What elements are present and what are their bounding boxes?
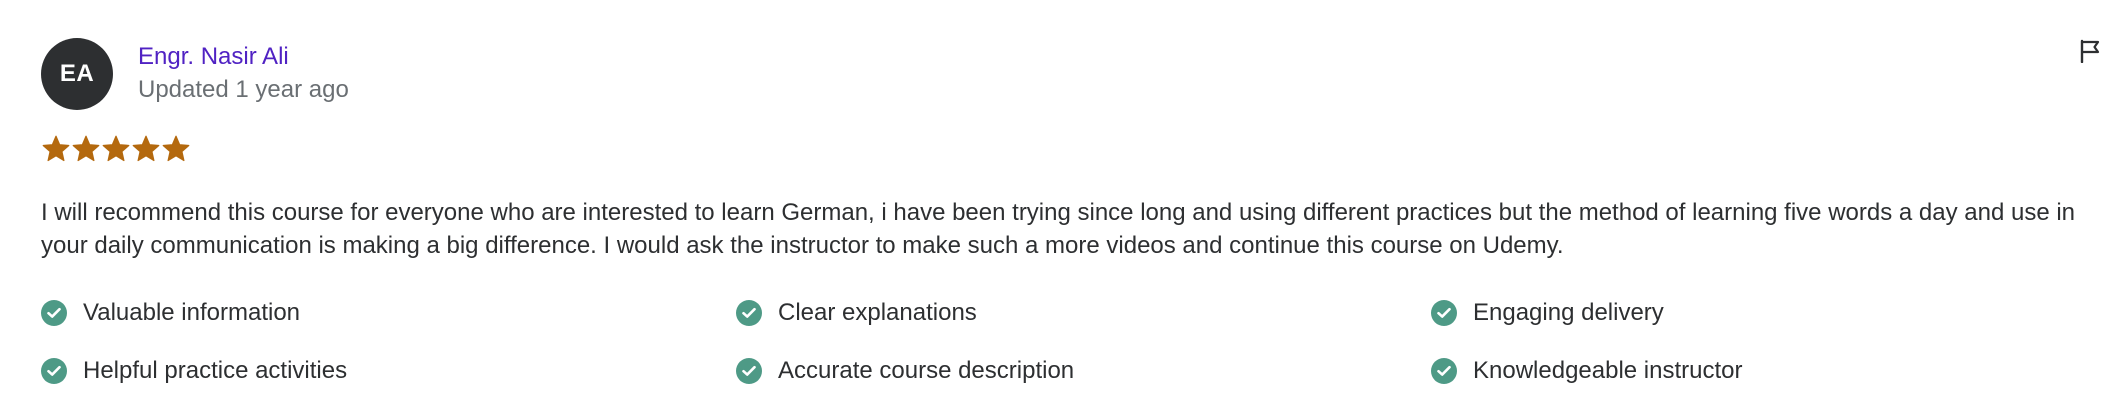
review-tag-label: Engaging delivery (1473, 299, 1664, 326)
reviewer-name-link[interactable]: Engr. Nasir Ali (138, 41, 349, 73)
reviewer-meta: Engr. Nasir Ali Updated 1 year ago (138, 41, 349, 107)
updated-timestamp: Updated 1 year ago (138, 76, 349, 103)
review-tag: Valuable information (41, 299, 736, 327)
review-tag: Knowledgeable instructor (1431, 357, 2091, 385)
report-review-button[interactable] (2076, 36, 2104, 66)
review-tag: Helpful practice activities (41, 357, 736, 385)
review-tags: Valuable information Clear explanations … (41, 299, 2091, 385)
star-icon (42, 135, 70, 162)
star-icon (132, 135, 160, 162)
review-header: EA Engr. Nasir Ali Updated 1 year ago (41, 38, 349, 110)
star-icon (72, 135, 100, 162)
check-circle-icon (41, 358, 67, 384)
review-tag: Accurate course description (736, 357, 1431, 385)
review-tag-label: Knowledgeable instructor (1473, 357, 1743, 384)
avatar-initials: EA (59, 60, 95, 87)
check-circle-icon (1431, 358, 1457, 384)
avatar: EA (41, 38, 113, 110)
flag-icon (2080, 39, 2100, 63)
review-tag: Engaging delivery (1431, 299, 2091, 327)
review-tag-label: Helpful practice activities (83, 357, 348, 384)
review-text: I will recommend this course for everyon… (41, 199, 2076, 259)
check-circle-icon (736, 358, 762, 384)
review-tag-label: Valuable information (83, 299, 301, 326)
review-tag-label: Accurate course description (778, 357, 1075, 384)
review-tag: Clear explanations (736, 299, 1431, 327)
review-card: EA Engr. Nasir Ali Updated 1 year ago I … (0, 0, 2124, 418)
review-tag-label: Clear explanations (778, 299, 977, 326)
star-rating (41, 134, 191, 164)
check-circle-icon (1431, 300, 1457, 326)
check-circle-icon (736, 300, 762, 326)
check-circle-icon (41, 300, 67, 326)
star-icon (162, 135, 190, 162)
star-icon (102, 135, 130, 162)
